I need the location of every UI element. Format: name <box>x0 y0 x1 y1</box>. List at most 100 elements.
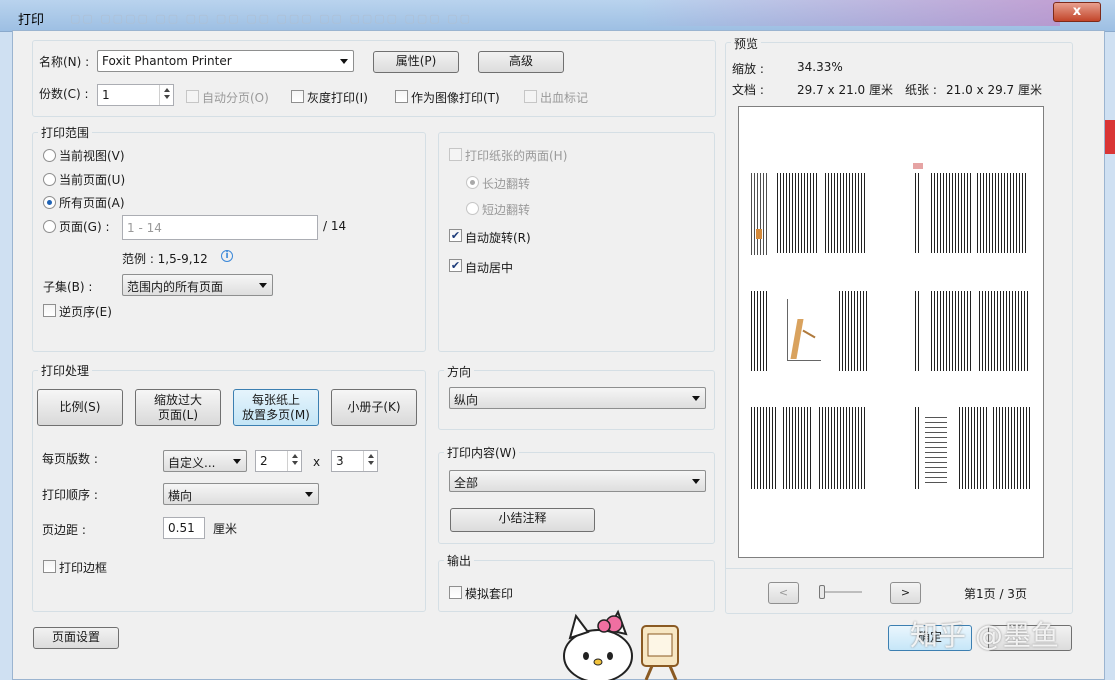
copies-value: 1 <box>102 88 110 102</box>
print-border-label: 打印边框 <box>59 561 108 575</box>
window-edge <box>0 32 12 680</box>
page-thumbnail <box>747 173 875 255</box>
watermark: 知乎 @墨鱼 <box>910 619 1059 652</box>
bleed-marks-checkbox[interactable] <box>524 90 537 103</box>
background-strip <box>640 0 1060 26</box>
scale-button[interactable]: 比例(S) <box>37 389 123 426</box>
reverse-order-checkbox[interactable] <box>43 304 56 317</box>
properties-button[interactable]: 属性(P) <box>373 51 459 73</box>
print-content-value: 全部 <box>454 476 479 490</box>
chevron-down-icon <box>259 283 267 288</box>
columns-stepper[interactable] <box>287 451 301 471</box>
preview-pane <box>738 106 1044 558</box>
auto-center-checkbox[interactable]: ✔ <box>449 259 462 272</box>
page-setup-button[interactable]: 页面设置 <box>33 627 119 649</box>
print-border-checkbox[interactable] <box>43 560 56 573</box>
current-page-radio[interactable] <box>43 173 56 186</box>
background-tabs: ▢▢ ▢▢▢▢ ▢▢ ▢▢ ▢▢ ▢▢ ▢▢▢ ▢▢ ▢▢▢▢ ▢▢▢ ▢▢ <box>70 12 472 25</box>
margin-label: 页边距 : <box>42 523 86 537</box>
printer-select-value: Foxit Phantom Printer <box>102 54 232 68</box>
print-order-select[interactable]: 横向 <box>163 483 319 505</box>
short-edge-label: 短边翻转 <box>482 203 531 217</box>
print-range-legend: 打印范围 <box>38 124 93 141</box>
chevron-down-icon <box>340 59 348 64</box>
long-edge-label: 长边翻转 <box>482 177 531 191</box>
zoom-value: 34.33% <box>797 60 843 74</box>
orientation-value: 纵向 <box>454 393 479 407</box>
arrow-up-icon <box>163 88 170 92</box>
range-example: 范例 : 1,5-9,12 <box>122 252 208 266</box>
long-edge-radio[interactable] <box>466 176 479 189</box>
pages-input[interactable]: 1 - 14 <box>122 215 318 240</box>
columns-value: 2 <box>260 454 268 468</box>
print-as-image-checkbox[interactable] <box>395 90 408 103</box>
print-order-label: 打印顺序 : <box>42 488 98 502</box>
subset-value: 范围内的所有页面 <box>127 280 224 294</box>
printer-name-label: 名称(N) : <box>39 55 90 69</box>
auto-rotate-checkbox[interactable]: ✔ <box>449 229 462 242</box>
bleed-marks-label: 出血标记 <box>540 91 589 105</box>
chevron-down-icon <box>692 396 700 401</box>
grayscale-checkbox[interactable] <box>291 90 304 103</box>
both-sides-checkbox[interactable] <box>449 148 462 161</box>
subset-label: 子集(B) : <box>43 280 93 294</box>
margin-value: 0.51 <box>168 521 195 535</box>
pages-per-sheet-value: 自定义... <box>168 456 216 470</box>
booklet-button[interactable]: 小册子(K) <box>331 389 417 426</box>
margin-input[interactable]: 0.51 <box>163 517 205 539</box>
print-content-select[interactable]: 全部 <box>449 470 706 492</box>
summarize-comments-button[interactable]: 小结注释 <box>450 508 595 532</box>
collate-checkbox[interactable] <box>186 90 199 103</box>
advanced-button[interactable]: 高级 <box>478 51 564 73</box>
background-edge <box>1105 120 1115 154</box>
current-page-label: 当前页面(U) <box>59 173 126 187</box>
page-thumbnail <box>911 407 1039 489</box>
arrow-up-icon <box>291 454 298 458</box>
page-thumbnail <box>911 163 1039 253</box>
info-icon[interactable]: i <box>221 250 233 262</box>
current-view-radio[interactable] <box>43 149 56 162</box>
multiple-pages-button[interactable]: 每张纸上 放置多页(M) <box>233 389 319 426</box>
printer-select[interactable]: Foxit Phantom Printer <box>97 50 354 72</box>
simulate-overprint-label: 模拟套印 <box>465 587 514 601</box>
shrink-label-line1: 缩放过大 <box>153 392 202 407</box>
margin-unit: 厘米 <box>213 522 238 536</box>
paper-size-label: 纸张 : <box>905 83 937 97</box>
prev-page-button[interactable]: < <box>768 582 799 604</box>
multiple-label-line1: 每张纸上 <box>251 392 300 407</box>
document-size-value: 29.7 x 21.0 厘米 <box>797 83 893 97</box>
all-pages-radio[interactable] <box>43 196 56 209</box>
pages-radio[interactable] <box>43 220 56 233</box>
reverse-order-label: 逆页序(E) <box>59 305 112 319</box>
current-view-label: 当前视图(V) <box>59 149 125 163</box>
print-order-value: 横向 <box>168 489 193 503</box>
chevron-down-icon <box>305 492 313 497</box>
multiple-label-line2: 放置多页(M) <box>242 407 310 422</box>
shrink-oversized-button[interactable]: 缩放过大 页面(L) <box>135 389 221 426</box>
short-edge-radio[interactable] <box>466 202 479 215</box>
booklet-button-label: 小册子(K) <box>347 400 401 414</box>
orientation-select[interactable]: 纵向 <box>449 387 706 409</box>
arrow-down-icon <box>367 461 374 465</box>
print-content-legend: 打印内容(W) <box>444 444 520 461</box>
arrow-up-icon <box>367 454 374 458</box>
divider <box>726 568 1072 569</box>
scale-button-label: 比例(S) <box>59 400 101 414</box>
next-page-button[interactable]: > <box>890 582 921 604</box>
page-slider-track[interactable] <box>822 591 862 593</box>
window-title: 打印 <box>18 13 45 28</box>
grayscale-label: 灰度打印(I) <box>307 91 368 105</box>
pages-per-sheet-select[interactable]: 自定义... <box>163 450 247 472</box>
subset-select[interactable]: 范围内的所有页面 <box>122 274 273 296</box>
simulate-overprint-checkbox[interactable] <box>449 586 462 599</box>
shrink-label-line2: 页面(L) <box>157 407 199 422</box>
auto-center-label: 自动居中 <box>465 261 514 275</box>
close-button[interactable]: x <box>1053 2 1101 22</box>
copies-label: 份数(C) : <box>39 87 89 101</box>
chevron-down-icon <box>233 459 241 464</box>
copies-stepper[interactable] <box>159 85 173 105</box>
page-slider-handle[interactable] <box>819 585 825 599</box>
times-sign: x <box>313 455 321 469</box>
rows-stepper[interactable] <box>363 451 377 471</box>
page-thumbnail <box>747 407 875 489</box>
